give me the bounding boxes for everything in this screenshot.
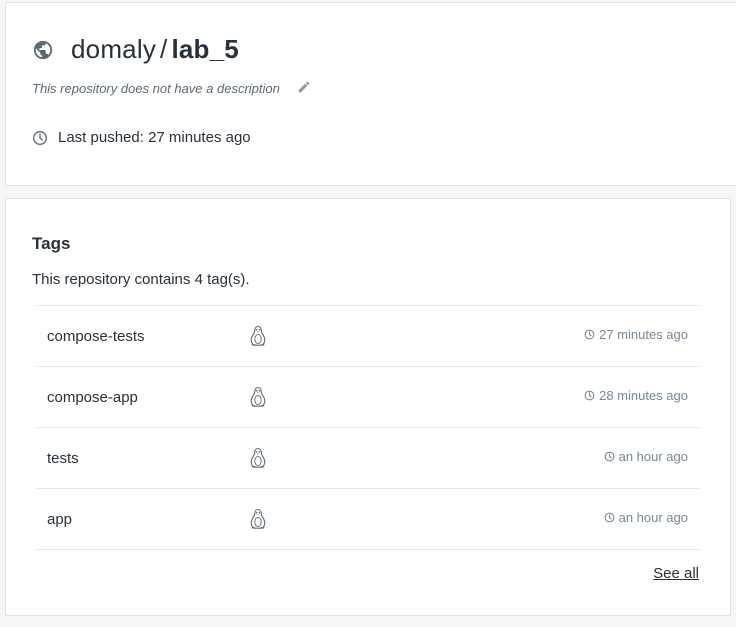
last-pushed-text: Last pushed: 27 minutes ago: [58, 129, 251, 146]
repository-title: domaly / lab_5: [32, 34, 239, 65]
tag-row-compose-app[interactable]: compose-app 28 minutes ago: [37, 367, 699, 428]
linux-icon: [250, 386, 266, 407]
tag-row-compose-tests[interactable]: compose-tests 27 minutes ago: [37, 306, 699, 367]
tag-pushed-time: 28 minutes ago: [584, 388, 688, 403]
clock-icon: [33, 130, 47, 145]
tag-time-text: 28 minutes ago: [599, 388, 688, 403]
repository-description: This repository does not have a descript…: [32, 81, 280, 96]
clock-icon: [604, 451, 614, 462]
tag-list: compose-tests 27 minutes ago compose-app: [37, 305, 699, 550]
tag-row-tests[interactable]: tests an hour ago: [37, 428, 699, 489]
tag-name[interactable]: tests: [47, 450, 79, 467]
tag-time-text: an hour ago: [618, 449, 688, 464]
linux-icon: [250, 508, 266, 529]
clock-icon: [584, 390, 595, 401]
see-all-link[interactable]: See all: [653, 565, 699, 582]
tag-name[interactable]: app: [47, 511, 72, 528]
tag-name[interactable]: compose-app: [47, 389, 138, 406]
pencil-icon[interactable]: [297, 80, 311, 94]
linux-icon: [250, 325, 266, 346]
tags-heading: Tags: [32, 234, 71, 253]
tag-pushed-time: an hour ago: [604, 510, 688, 525]
repository-namespace[interactable]: domaly: [71, 34, 156, 64]
tags-summary: This repository contains 4 tag(s).: [32, 271, 250, 288]
tag-time-text: an hour ago: [618, 510, 688, 525]
repository-separator: /: [160, 34, 168, 64]
globe-icon: [33, 40, 53, 59]
clock-icon: [604, 512, 614, 523]
clock-icon: [584, 329, 595, 340]
repository-name: lab_5: [171, 34, 239, 64]
linux-icon: [250, 447, 266, 468]
tag-time-text: 27 minutes ago: [599, 327, 688, 342]
tag-name[interactable]: compose-tests: [47, 328, 145, 345]
tag-row-app[interactable]: app an hour ago: [37, 489, 699, 550]
tag-pushed-time: 27 minutes ago: [584, 327, 688, 342]
last-pushed: Last pushed: 27 minutes ago: [32, 129, 251, 146]
tag-pushed-time: an hour ago: [604, 449, 688, 464]
